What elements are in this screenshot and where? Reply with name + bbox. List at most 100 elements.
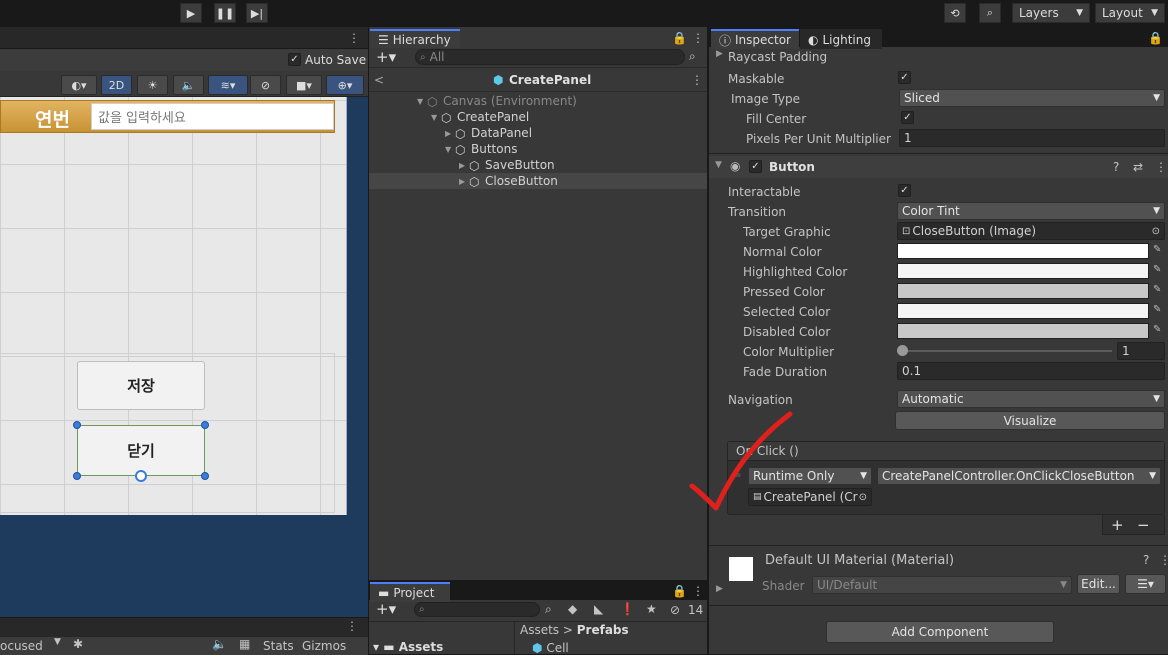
more-options-icon[interactable]: ⋮ bbox=[1159, 553, 1168, 567]
rect-handle-top-left[interactable] bbox=[73, 421, 81, 429]
ppu-field[interactable]: 1 bbox=[899, 129, 1165, 147]
save-button[interactable]: 저장 bbox=[77, 361, 205, 410]
selected-color-swatch[interactable] bbox=[897, 303, 1149, 319]
maskable-checkbox[interactable]: ✓ bbox=[898, 71, 911, 84]
add-event-button[interactable]: + bbox=[1111, 516, 1124, 534]
bug-icon[interactable]: ✱ bbox=[73, 637, 83, 651]
object-picker-icon[interactable]: ⊙ bbox=[1152, 226, 1160, 237]
interactable-checkbox[interactable]: ✓ bbox=[898, 184, 911, 197]
mode-2d-toggle[interactable]: 2D bbox=[101, 75, 132, 95]
auto-save-checkbox[interactable]: ✓ bbox=[288, 53, 301, 66]
image-type-dropdown[interactable]: Sliced ▼ bbox=[899, 89, 1165, 107]
more-options-icon[interactable]: ⋮ bbox=[1155, 160, 1167, 174]
visualize-button[interactable]: Visualize bbox=[895, 411, 1165, 430]
disabled-color-swatch[interactable] bbox=[897, 323, 1149, 339]
tree-item[interactable]: ▼ ⬡ CreatePanel bbox=[369, 109, 707, 125]
step-button[interactable]: ▶| bbox=[246, 3, 268, 23]
audio-toggle[interactable]: 🔈 bbox=[173, 75, 204, 95]
object-picker-icon[interactable]: ⊙ bbox=[859, 492, 867, 503]
tab-inspector[interactable]: ⓘ Inspector bbox=[711, 29, 799, 49]
fill-center-checkbox[interactable]: ✓ bbox=[901, 111, 914, 124]
search-button[interactable]: ⌕ bbox=[979, 3, 1001, 23]
eyedropper-icon[interactable]: ✎ bbox=[1153, 284, 1167, 298]
more-options-icon[interactable]: ⋮ bbox=[692, 584, 704, 598]
tree-item[interactable]: ▼ ⬡ Buttons bbox=[369, 141, 707, 157]
transition-dropdown[interactable]: Color Tint ▼ bbox=[897, 202, 1165, 220]
assets-folder[interactable]: ▾ ▬ Assets bbox=[373, 640, 443, 654]
navigation-dropdown[interactable]: Automatic ▼ bbox=[897, 390, 1165, 408]
more-options-icon[interactable]: ⋮ bbox=[346, 619, 358, 633]
pressed-color-swatch[interactable] bbox=[897, 283, 1149, 299]
shader-dropdown[interactable]: UI/Default ▼ bbox=[812, 576, 1072, 594]
pause-button[interactable]: ❚❚ bbox=[214, 3, 236, 23]
tree-item[interactable]: ▶ ⬡ DataPanel bbox=[369, 125, 707, 141]
color-multiplier-slider-thumb[interactable] bbox=[897, 345, 908, 356]
add-component-button[interactable]: Add Component bbox=[826, 621, 1054, 643]
pivot-handle[interactable] bbox=[135, 470, 147, 482]
camera-button[interactable]: ■▾ bbox=[286, 75, 322, 95]
color-multiplier-slider-track[interactable] bbox=[902, 350, 1112, 352]
favorite-icon[interactable]: ★ bbox=[646, 602, 657, 616]
warning-icon[interactable]: ❗ bbox=[620, 602, 635, 616]
rect-handle-bottom-right[interactable] bbox=[201, 472, 209, 480]
button-component-header[interactable]: ▼ ◉ ✓ Button ? ⇄ ⋮ bbox=[709, 156, 1168, 178]
expand-arrow-icon[interactable]: ▼ bbox=[715, 160, 722, 170]
hidden-count-icon[interactable]: ⊘ bbox=[670, 603, 680, 617]
play-button[interactable]: ▶ bbox=[180, 3, 202, 23]
breadcrumb-item[interactable]: Assets bbox=[520, 623, 559, 637]
add-icon[interactable]: +▾ bbox=[376, 48, 396, 66]
button-enabled-checkbox[interactable]: ✓ bbox=[749, 160, 762, 173]
eyedropper-icon[interactable]: ✎ bbox=[1153, 304, 1167, 318]
stats-button[interactable]: Stats bbox=[263, 639, 294, 653]
expand-arrow-icon[interactable]: ▶ bbox=[716, 584, 723, 594]
settings-icon[interactable]: ⇄ bbox=[1133, 160, 1143, 174]
lock-icon[interactable]: 🔒 bbox=[1148, 31, 1163, 45]
more-options-icon[interactable]: ⋮ bbox=[691, 73, 703, 87]
grid-icon[interactable]: ▦ bbox=[239, 637, 250, 651]
layout-dropdown[interactable]: Layout ▼ bbox=[1095, 3, 1165, 23]
eyedropper-icon[interactable]: ✎ bbox=[1153, 324, 1167, 338]
shader-options-button[interactable]: ☰▾ bbox=[1125, 574, 1166, 594]
normal-color-swatch[interactable] bbox=[897, 243, 1149, 259]
search-scope-icon[interactable]: ⌕ bbox=[545, 602, 552, 617]
close-button[interactable]: 닫기 bbox=[77, 425, 205, 476]
color-multiplier-field[interactable]: 1 bbox=[1117, 342, 1165, 360]
rect-handle-top-right[interactable] bbox=[201, 421, 209, 429]
history-button[interactable]: ⟲ bbox=[944, 3, 966, 23]
edit-shader-button[interactable]: Edit... bbox=[1077, 574, 1120, 594]
lighting-toggle[interactable]: ☀ bbox=[137, 75, 168, 95]
help-icon[interactable]: ? bbox=[1143, 553, 1149, 567]
gizmo-button[interactable]: ⊕▾ bbox=[326, 75, 364, 95]
shading-mode-button[interactable]: ◐▾ bbox=[61, 75, 97, 95]
scene-search-icon[interactable]: ⌕ bbox=[689, 49, 696, 64]
tree-item[interactable]: ▼ ⬡ Canvas (Environment) bbox=[369, 93, 707, 109]
audio-mute-icon[interactable]: 🔈 bbox=[212, 637, 227, 651]
eyedropper-icon[interactable]: ✎ bbox=[1153, 264, 1167, 278]
more-options-icon[interactable]: ⋮ bbox=[348, 31, 360, 45]
visibility-toggle[interactable]: ⊘ bbox=[250, 75, 281, 95]
raycast-padding-label[interactable]: Raycast Padding bbox=[728, 50, 827, 64]
rect-handle-bottom-left[interactable] bbox=[73, 472, 81, 480]
add-icon[interactable]: +▾ bbox=[376, 600, 396, 618]
gizmos-button[interactable]: Gizmos bbox=[302, 639, 346, 653]
more-options-icon[interactable]: ⋮ bbox=[692, 31, 704, 45]
project-search-input[interactable]: ⌕ bbox=[414, 602, 540, 617]
lock-icon[interactable]: 🔒 bbox=[672, 31, 687, 45]
expand-arrow-icon[interactable]: ▶ bbox=[716, 49, 723, 59]
type-filter-icon[interactable]: ◆ bbox=[568, 602, 577, 616]
asset-item[interactable]: ⬢ Cell bbox=[532, 641, 569, 655]
highlighted-color-swatch[interactable] bbox=[897, 263, 1149, 279]
effects-toggle[interactable]: ≋▾ bbox=[208, 75, 248, 95]
tab-project[interactable]: ▬ Project bbox=[370, 582, 450, 602]
breadcrumb-item[interactable]: Prefabs bbox=[577, 623, 629, 637]
eyedropper-icon[interactable]: ✎ bbox=[1153, 244, 1167, 258]
target-graphic-field[interactable]: ⊡ CloseButton (Image) ⊙ bbox=[897, 222, 1165, 240]
value-input[interactable]: 값을 입력하세요 bbox=[91, 103, 334, 130]
lock-icon[interactable]: 🔒 bbox=[672, 584, 687, 598]
back-icon[interactable]: < bbox=[374, 73, 384, 87]
function-dropdown[interactable]: CreatePanelController.OnClickCloseButton… bbox=[877, 467, 1161, 485]
fade-duration-field[interactable]: 0.1 bbox=[897, 362, 1165, 380]
remove-event-button[interactable]: − bbox=[1137, 516, 1150, 534]
label-filter-icon[interactable]: ◣ bbox=[594, 602, 603, 616]
tab-lighting[interactable]: ◐ Lighting bbox=[800, 29, 882, 49]
